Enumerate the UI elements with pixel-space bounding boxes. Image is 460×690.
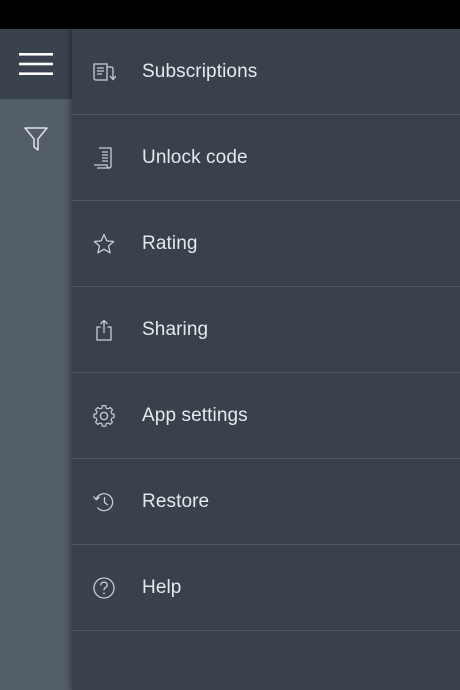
hamburger-menu-button[interactable] — [0, 29, 72, 99]
navigation-drawer: Subscriptions Unlock code Rating Sharing… — [72, 29, 460, 690]
filter-button[interactable] — [0, 119, 72, 159]
menu-item-label: Subscriptions — [142, 61, 258, 82]
menu-item-label: App settings — [142, 405, 248, 426]
star-icon — [91, 231, 117, 257]
subscriptions-icon — [91, 59, 117, 85]
status-bar — [0, 0, 460, 29]
filter-icon — [24, 127, 48, 151]
menu-item-sharing[interactable]: Sharing — [72, 287, 460, 373]
menu-item-label: Restore — [142, 491, 210, 512]
side-rail — [0, 29, 72, 690]
menu-item-label: Help — [142, 577, 182, 598]
restore-icon — [91, 489, 117, 515]
menu-item-restore[interactable]: Restore — [72, 459, 460, 545]
menu-item-app-settings[interactable]: App settings — [72, 373, 460, 459]
menu-item-label: Rating — [142, 233, 198, 254]
help-icon — [91, 575, 117, 601]
menu-item-label: Sharing — [142, 319, 209, 340]
menu-item-help[interactable]: Help — [72, 545, 460, 631]
share-icon — [91, 317, 117, 343]
app-screen: Subscriptions Unlock code Rating Sharing… — [0, 0, 460, 690]
menu-item-subscriptions[interactable]: Subscriptions — [72, 29, 460, 115]
gear-icon — [91, 403, 117, 429]
hamburger-menu-icon — [19, 53, 53, 75]
menu-item-label: Unlock code — [142, 147, 248, 168]
menu-item-unlock-code[interactable]: Unlock code — [72, 115, 460, 201]
unlock-code-icon — [91, 145, 117, 171]
menu-item-rating[interactable]: Rating — [72, 201, 460, 287]
